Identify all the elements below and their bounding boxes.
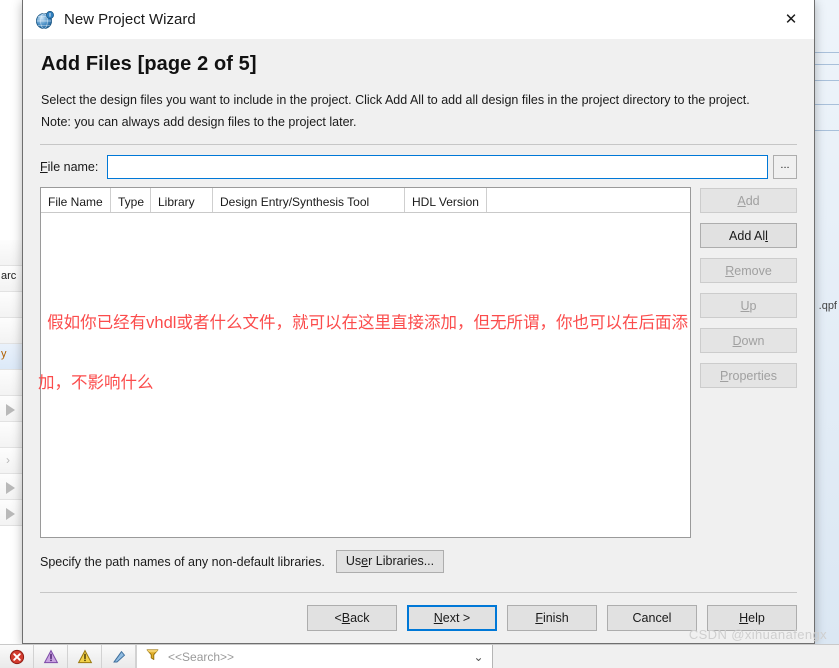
background-row-selected: y bbox=[0, 344, 24, 370]
back-button-mnemonic: B bbox=[341, 611, 351, 625]
close-icon[interactable]: ✕ bbox=[768, 0, 814, 38]
expand-triangle-icon bbox=[6, 482, 15, 494]
expand-triangle-icon bbox=[6, 404, 15, 416]
back-button-pre: < bbox=[334, 611, 342, 625]
properties-button-post: roperties bbox=[728, 368, 777, 383]
file-name-label: File name: bbox=[40, 160, 107, 174]
file-name-label-mnemonic: F bbox=[40, 160, 48, 174]
down-button[interactable]: Down bbox=[700, 328, 797, 353]
file-name-label-rest: ile name: bbox=[47, 160, 99, 174]
files-area: File Name Type Library Design Entry/Synt… bbox=[40, 187, 797, 538]
help-button-mnemonic: H bbox=[739, 611, 749, 625]
filter-icon bbox=[145, 647, 160, 667]
table-body-empty[interactable] bbox=[41, 213, 690, 537]
background-row bbox=[0, 292, 24, 318]
status-search-text: <<Search>> bbox=[168, 649, 235, 664]
divider-bottom bbox=[40, 592, 797, 593]
back-button-post: ack bbox=[350, 611, 370, 625]
cancel-button[interactable]: Cancel bbox=[607, 605, 697, 631]
column-header-file-name[interactable]: File Name bbox=[41, 188, 111, 212]
background-row bbox=[0, 500, 24, 526]
column-header-hdl-version[interactable]: HDL Version bbox=[405, 188, 487, 212]
background-left-panel: arc y › bbox=[0, 0, 24, 644]
user-libraries-button-pre: Us bbox=[345, 554, 362, 568]
next-button-post: ext > bbox=[442, 611, 471, 625]
down-button-mnemonic: D bbox=[732, 333, 742, 348]
finish-button-mnemonic: F bbox=[535, 611, 543, 625]
status-search-box[interactable]: <<Search>> ⌄ bbox=[136, 645, 493, 668]
table-header-row: File Name Type Library Design Entry/Synt… bbox=[41, 188, 690, 213]
description-line-1: Select the design files you want to incl… bbox=[41, 93, 750, 107]
file-action-buttons: Add Add Al l Remove Up Down Properties bbox=[700, 187, 797, 538]
dialog-content: Add Files [page 2 of 5] Select the desig… bbox=[23, 39, 814, 643]
up-button[interactable]: Up bbox=[700, 293, 797, 318]
dialog-title: New Project Wizard bbox=[64, 11, 196, 28]
background-fragment-text: arc bbox=[1, 270, 17, 282]
down-button-post: own bbox=[741, 333, 765, 348]
next-button-mnemonic: N bbox=[433, 611, 443, 625]
status-bar-filler bbox=[492, 645, 839, 668]
background-row bbox=[0, 240, 24, 266]
status-bar: <<Search>> ⌄ bbox=[0, 644, 839, 668]
cancel-button-pre: Cancel bbox=[632, 611, 672, 625]
critical-warning-icon[interactable] bbox=[34, 645, 68, 668]
remove-button-mnemonic: R bbox=[725, 263, 735, 278]
add-button[interactable]: Add bbox=[700, 188, 797, 213]
expand-triangle-icon bbox=[6, 508, 15, 520]
column-header-library[interactable]: Library bbox=[151, 188, 213, 212]
add-button-post: dd bbox=[745, 193, 760, 208]
column-header-filler bbox=[487, 188, 690, 212]
dialog-titlebar[interactable]: New Project Wizard ✕ bbox=[23, 0, 814, 39]
user-libraries-button[interactable]: User Libraries... bbox=[335, 550, 445, 573]
up-button-post: p bbox=[749, 298, 757, 313]
new-project-wizard-dialog: New Project Wizard ✕ Add Files [page 2 o… bbox=[22, 0, 815, 644]
background-row bbox=[0, 370, 24, 396]
file-name-input[interactable] bbox=[107, 155, 768, 179]
next-button[interactable]: Next > bbox=[407, 605, 497, 631]
background-row: arc bbox=[0, 266, 24, 292]
finish-button-post: inish bbox=[542, 611, 569, 625]
background-row bbox=[0, 422, 24, 448]
error-icon[interactable] bbox=[0, 645, 34, 668]
chevron-right-icon: › bbox=[6, 453, 10, 467]
background-fragment-text: y bbox=[1, 348, 7, 360]
remove-button[interactable]: Remove bbox=[700, 258, 797, 283]
file-name-row: File name: ... bbox=[40, 155, 797, 179]
remove-button-post: emove bbox=[734, 263, 772, 278]
quartus-globe-icon bbox=[34, 9, 56, 31]
add-all-button[interactable]: Add Al l bbox=[700, 223, 797, 248]
add-button-mnemonic: A bbox=[737, 193, 746, 208]
user-libraries-button-post: r Libraries... bbox=[368, 554, 435, 568]
warning-icon[interactable] bbox=[68, 645, 102, 668]
properties-button-mnemonic: P bbox=[720, 368, 729, 383]
help-button[interactable]: Help bbox=[707, 605, 797, 631]
file-list-table[interactable]: File Name Type Library Design Entry/Synt… bbox=[40, 187, 691, 538]
finish-button[interactable]: Finish bbox=[507, 605, 597, 631]
chevron-down-icon[interactable]: ⌄ bbox=[473, 651, 483, 663]
column-header-type[interactable]: Type bbox=[111, 188, 151, 212]
info-icon[interactable] bbox=[102, 645, 136, 668]
properties-button[interactable]: Properties bbox=[700, 363, 797, 388]
user-libraries-hint: Specify the path names of any non-defaul… bbox=[40, 554, 325, 569]
background-row-list: arc y › bbox=[0, 240, 24, 526]
wizard-navigation: < Back Next > Finish Cancel Help bbox=[40, 605, 797, 643]
add-all-button-pre: Add Al bbox=[729, 228, 766, 243]
column-header-design-entry[interactable]: Design Entry/Synthesis Tool bbox=[213, 188, 405, 212]
page-description: Select the design files you want to incl… bbox=[41, 90, 797, 133]
add-all-button-mnemonic: l bbox=[765, 228, 768, 243]
divider-top bbox=[40, 144, 797, 145]
browse-button[interactable]: ... bbox=[773, 155, 797, 179]
back-button[interactable]: < Back bbox=[307, 605, 397, 631]
user-libraries-row: Specify the path names of any non-defaul… bbox=[40, 550, 797, 573]
background-row: › bbox=[0, 448, 24, 474]
up-button-mnemonic: U bbox=[740, 298, 750, 313]
description-line-2: Note: you can always add design files to… bbox=[41, 114, 357, 129]
help-button-post: elp bbox=[748, 611, 765, 625]
background-row bbox=[0, 318, 24, 344]
page-title: Add Files [page 2 of 5] bbox=[41, 53, 257, 75]
background-row bbox=[0, 396, 24, 422]
background-row bbox=[0, 474, 24, 500]
background-qpf-label: .qpf bbox=[818, 300, 837, 312]
